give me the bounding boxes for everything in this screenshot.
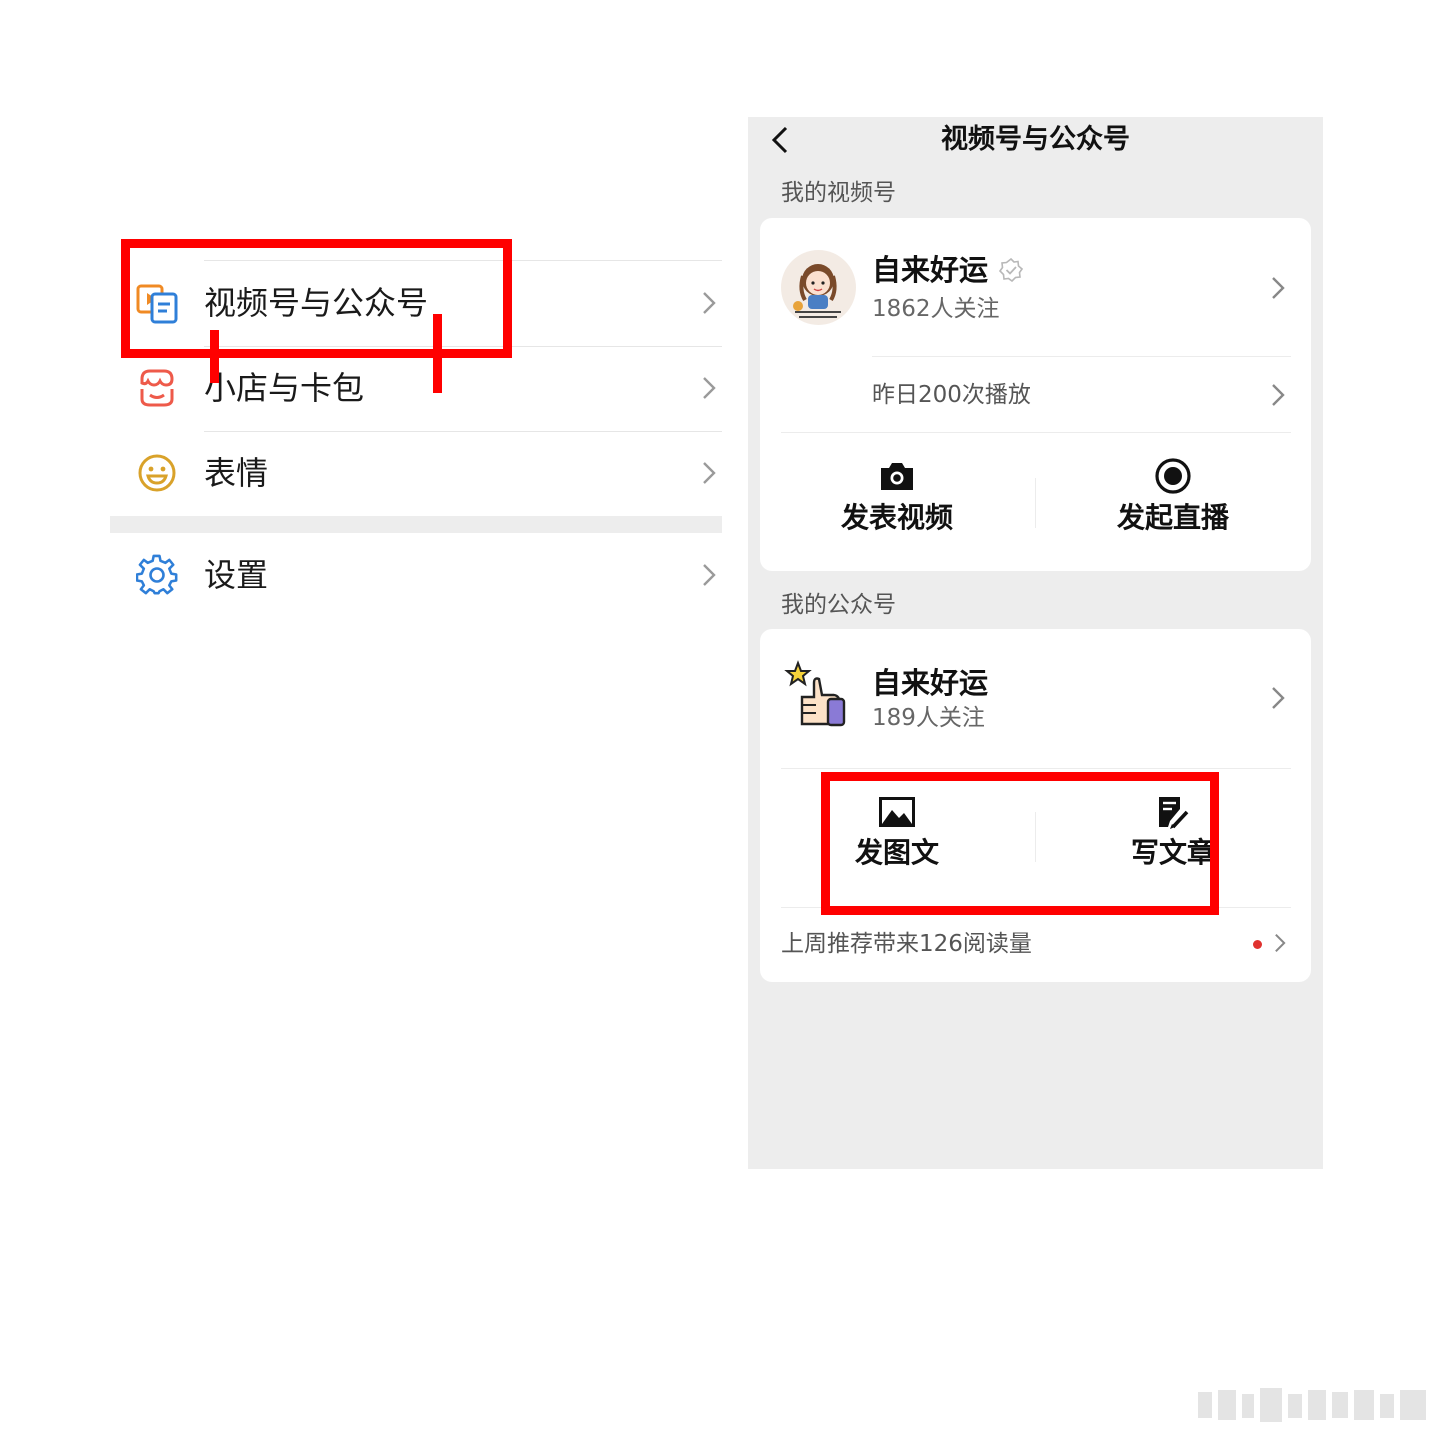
channels-account-name: 自来好运 bbox=[872, 253, 989, 287]
official-account-name: 自来好运 bbox=[872, 666, 989, 700]
divider bbox=[872, 356, 1291, 357]
highlight-mark bbox=[433, 314, 442, 393]
page-title: 视频号与公众号 bbox=[941, 124, 1130, 155]
recommend-reads: 上周推荐带来126阅读量 bbox=[781, 931, 1032, 957]
sticker-smile-icon bbox=[138, 454, 176, 492]
divider bbox=[1035, 478, 1036, 528]
divider bbox=[781, 768, 1291, 769]
section-title-official: 我的公众号 bbox=[781, 592, 896, 618]
verified-badge-icon bbox=[999, 258, 1023, 282]
avatar-girl-illustration bbox=[793, 264, 841, 318]
chevron-right-icon bbox=[1275, 933, 1286, 953]
chevron-right-icon bbox=[703, 377, 716, 399]
highlight-box bbox=[121, 239, 512, 358]
menu-item-label: 表情 bbox=[204, 454, 269, 492]
chevron-right-icon bbox=[703, 292, 716, 314]
menu-item-settings[interactable]: 设置 bbox=[110, 533, 722, 618]
chevron-right-icon bbox=[1272, 384, 1285, 406]
channels-card: 自来好运 1862人关注 昨日200次播放 发表视频 发起直播 bbox=[760, 218, 1311, 571]
live-record-icon bbox=[1155, 458, 1191, 494]
settings-gear-icon bbox=[136, 554, 178, 595]
channels-plays: 昨日200次播放 bbox=[872, 382, 1031, 408]
section-title-channels: 我的视频号 bbox=[781, 180, 896, 206]
avatar bbox=[781, 250, 856, 325]
menu-item-stickers[interactable]: 表情 bbox=[110, 431, 722, 516]
shop-card-icon bbox=[140, 369, 174, 407]
menu-item-label: 小店与卡包 bbox=[204, 369, 365, 407]
chevron-right-icon bbox=[703, 462, 716, 484]
highlight-box bbox=[821, 772, 1219, 915]
menu-item-label: 设置 bbox=[204, 556, 269, 594]
chevron-right-icon bbox=[1272, 687, 1285, 709]
start-live-button[interactable]: 发起直播 bbox=[1093, 458, 1253, 536]
highlight-mark bbox=[210, 330, 219, 383]
channels-official-screen: 视频号与公众号 我的视频号 自来好运 1862人关注 昨日200次播放 发表视频… bbox=[748, 117, 1323, 1169]
thumbs-up-sticker-icon bbox=[784, 660, 846, 727]
menu-item-shop-cards[interactable]: 小店与卡包 bbox=[110, 346, 722, 431]
start-live-label: 发起直播 bbox=[1116, 501, 1229, 534]
section-separator bbox=[110, 516, 722, 533]
notification-dot bbox=[1253, 940, 1262, 949]
watermark-logo bbox=[1198, 1388, 1426, 1422]
camera-icon bbox=[881, 463, 913, 490]
channels-followers: 1862人关注 bbox=[872, 296, 1000, 322]
official-followers: 189人关注 bbox=[872, 705, 985, 731]
post-video-button[interactable]: 发表视频 bbox=[817, 460, 977, 536]
chevron-right-icon bbox=[1272, 277, 1285, 299]
post-video-label: 发表视频 bbox=[840, 501, 953, 534]
divider bbox=[781, 432, 1291, 433]
chevron-right-icon bbox=[703, 564, 716, 586]
